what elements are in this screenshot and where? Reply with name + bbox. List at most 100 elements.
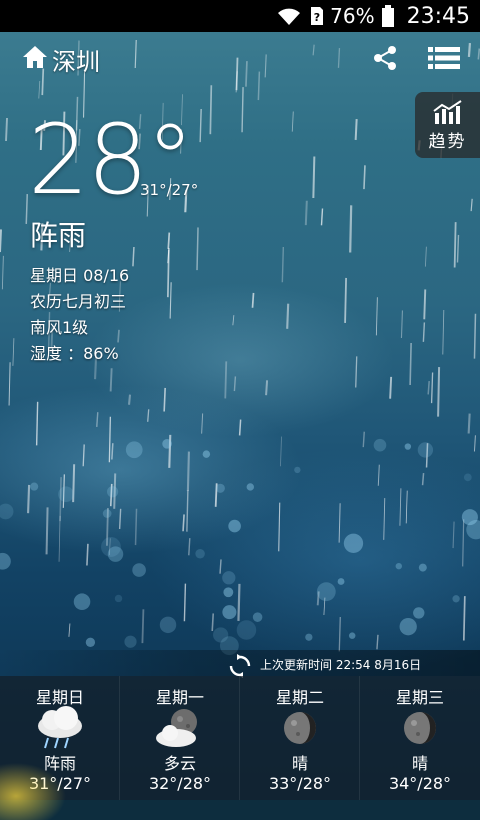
- rain-streak: [196, 227, 199, 271]
- bokeh-light: [85, 637, 96, 647]
- bokeh-light: [58, 486, 74, 503]
- forecast-day-name: 星期日: [35, 688, 84, 707]
- forecast-day-name: 星期一: [155, 688, 204, 707]
- rain-streak: [109, 368, 113, 392]
- forecast-day[interactable]: 星期一 多云 32°/28°: [120, 676, 240, 800]
- rain-streak: [456, 234, 460, 263]
- rain-streak: [453, 222, 457, 268]
- trend-button[interactable]: 趋势: [415, 92, 480, 158]
- rain-streak: [167, 232, 171, 249]
- rain-streak: [251, 292, 255, 308]
- rain-streak: [427, 380, 430, 395]
- battery-icon: [381, 5, 394, 27]
- forecast-day[interactable]: 星期三 晴 34°/28°: [360, 676, 480, 800]
- svg-text:?: ?: [314, 11, 320, 24]
- bokeh-light: [252, 612, 263, 622]
- rain-streak: [169, 282, 172, 319]
- rain-cloud-icon: [38, 706, 82, 749]
- forecast-temp: 32°/28°: [148, 774, 212, 793]
- bokeh-light: [337, 578, 345, 585]
- rain-streak: [111, 443, 114, 460]
- rain-streak: [349, 205, 353, 253]
- bokeh-light: [316, 582, 336, 602]
- lunar-date: 农历七月初三: [30, 292, 127, 311]
- refresh-icon[interactable]: [228, 654, 252, 678]
- rain-streak: [1, 255, 4, 290]
- home-icon[interactable]: [22, 44, 48, 70]
- current-condition: 阵雨: [30, 219, 87, 252]
- rain-streak: [462, 596, 466, 641]
- forecast-condition: 晴: [291, 754, 308, 773]
- rain-streak: [338, 503, 341, 543]
- bokeh-light: [124, 635, 137, 648]
- rain-streak: [233, 376, 237, 392]
- city-name[interactable]: 深圳: [52, 42, 100, 77]
- bokeh-light: [343, 533, 364, 553]
- rain-streak: [405, 490, 408, 524]
- trend-chart-icon: [432, 99, 462, 124]
- rain-streak: [286, 303, 290, 329]
- rain-streak: [237, 583, 241, 621]
- bokeh-light: [101, 537, 121, 557]
- bokeh-light: [399, 618, 417, 636]
- rain-streak: [188, 538, 191, 556]
- rain-streak: [211, 613, 215, 632]
- rain-streak: [5, 117, 8, 142]
- rain-streak: [424, 246, 427, 267]
- rain-streak: [377, 464, 380, 486]
- bokeh-light: [0, 503, 14, 520]
- rain-streak: [132, 246, 135, 267]
- bokeh-light: [228, 519, 241, 533]
- rain-streak: [423, 289, 427, 320]
- moon-cloud-icon: [156, 709, 197, 747]
- rain-streak: [201, 413, 204, 434]
- bokeh-light: [0, 552, 11, 570]
- rain-streak: [134, 508, 138, 546]
- rain-streak: [147, 409, 150, 422]
- app-header: 深圳: [0, 32, 480, 86]
- rain-streak: [86, 543, 89, 566]
- rain-streak: [320, 208, 324, 226]
- rain-streak: [238, 419, 242, 436]
- rain-streak: [232, 315, 235, 326]
- rain-streak: [473, 435, 476, 452]
- menu-list-icon[interactable]: [428, 46, 460, 70]
- rain-streak: [280, 436, 282, 467]
- rain-streak: [400, 310, 403, 339]
- rain-streak: [467, 413, 471, 434]
- moon-icon: [284, 712, 316, 744]
- rain-streak: [96, 412, 99, 427]
- sim-card-icon: ?: [311, 7, 324, 25]
- share-icon[interactable]: [372, 45, 398, 71]
- humidity-info: 湿度 ：86%: [30, 344, 119, 363]
- rain-streak: [473, 313, 477, 359]
- bokeh-light: [213, 627, 229, 643]
- sun-glow: [0, 760, 70, 820]
- bokeh-light: [215, 483, 225, 493]
- bokeh-light: [418, 563, 427, 572]
- rain-streak: [442, 309, 445, 355]
- bokeh-light: [463, 473, 472, 482]
- bokeh-light: [132, 563, 146, 577]
- bokeh-light: [294, 466, 301, 474]
- rain-streak: [224, 361, 228, 399]
- rain-streak: [182, 514, 185, 532]
- forecast-day-name: 星期三: [395, 688, 444, 707]
- wind-info: 南风1级: [30, 318, 89, 337]
- rain-streak: [219, 559, 222, 574]
- rain-streak: [27, 484, 31, 514]
- rain-streak: [167, 248, 170, 298]
- forecast-day[interactable]: 星期二 晴 33°/28°: [240, 676, 360, 800]
- rain-streak: [209, 85, 213, 135]
- bokeh-light: [236, 620, 257, 640]
- rain-streak: [0, 229, 2, 253]
- bokeh-light: [373, 438, 387, 452]
- bokeh-light: [246, 483, 255, 491]
- trend-label: 趋势: [428, 131, 467, 152]
- rain-streak: [265, 380, 269, 396]
- last-update-text: 上次更新时间 22:54 8月16日: [260, 658, 422, 672]
- rain-streak: [241, 87, 244, 133]
- rain-streak: [58, 515, 61, 562]
- rain-streak: [422, 322, 426, 342]
- rain-streak: [354, 119, 358, 140]
